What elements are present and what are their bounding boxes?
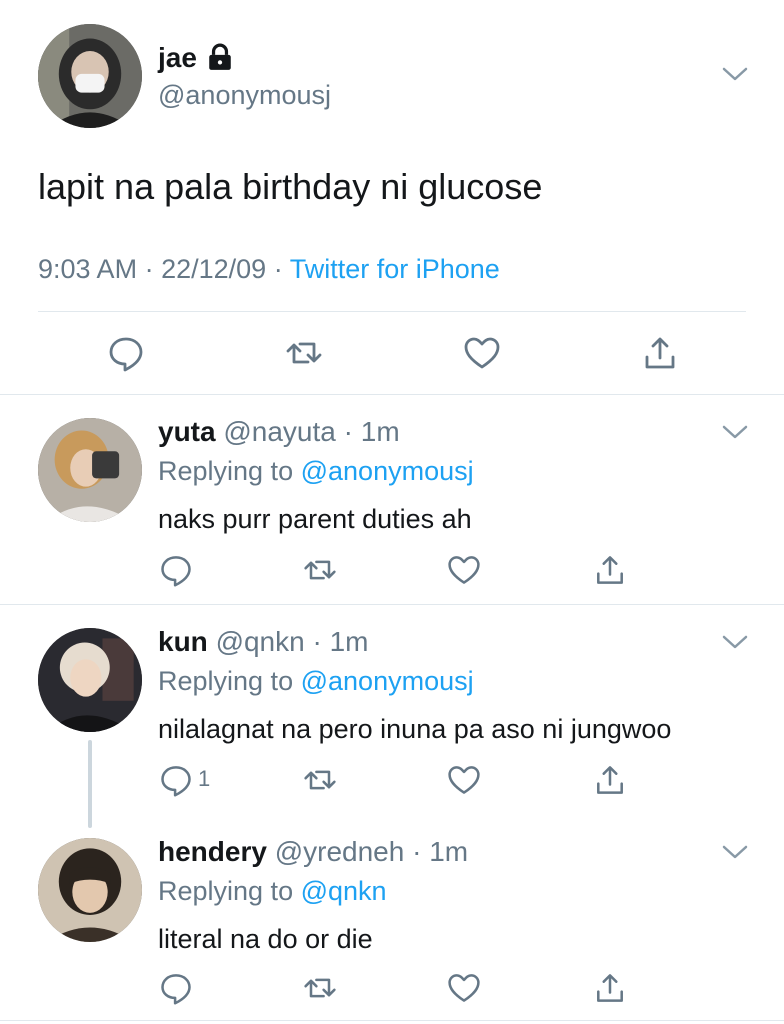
tweet-source-link[interactable]: Twitter for iPhone [290, 254, 500, 284]
tweet-time: 9:03 AM [38, 254, 138, 284]
author-name[interactable]: jae [158, 42, 197, 73]
reply-avatar-kun[interactable] [38, 628, 142, 732]
share-icon[interactable] [640, 333, 680, 373]
retweet-icon[interactable] [302, 762, 338, 798]
reply-author-name[interactable]: kun [158, 626, 208, 657]
heart-icon[interactable] [462, 333, 502, 373]
author-avatar[interactable] [38, 24, 142, 128]
chevron-down-icon[interactable] [722, 424, 748, 440]
reply-author-name[interactable]: hendery [158, 836, 267, 867]
retweet-icon[interactable] [302, 552, 338, 588]
reply-avatar-hendery[interactable] [38, 838, 142, 942]
replying-to-link[interactable]: @anonymousj [301, 666, 474, 696]
reply-divider [0, 604, 784, 605]
share-icon[interactable] [592, 970, 628, 1006]
reply-time: 1m [429, 836, 469, 867]
replying-to-link[interactable]: @qnkn [301, 876, 387, 906]
chevron-down-icon[interactable] [722, 634, 748, 650]
reply-icon[interactable] [158, 552, 194, 588]
replying-label: Replying to [158, 876, 294, 906]
chevron-down-icon[interactable] [722, 844, 748, 860]
replying-label: Replying to [158, 456, 294, 486]
reply-time: 1m [329, 626, 369, 657]
reply-icon[interactable] [106, 333, 146, 373]
reply-text: nilalagnat na pero inuna pa aso ni jungw… [158, 714, 672, 744]
heart-icon[interactable] [446, 552, 482, 588]
tweet-text: lapit na pala birthday ni glucose [38, 166, 543, 207]
replying-to-link[interactable]: @anonymousj [301, 456, 474, 486]
tweet-date: 22/12/09 [161, 254, 267, 284]
reply-icon[interactable] [158, 970, 194, 1006]
reply-count: 1 [198, 766, 211, 791]
reply-author-handle[interactable]: @nayuta [223, 416, 336, 447]
meta-divider [38, 311, 746, 312]
reply-author-handle[interactable]: @qnkn [216, 626, 305, 657]
tweet-meta: 9:03 AM · 22/12/09 · Twitter for iPhone [38, 254, 500, 285]
bottom-divider [0, 1020, 784, 1021]
reply-separator: · [412, 836, 422, 867]
reply-text: naks purr parent duties ah [158, 504, 472, 534]
reply-time: 1m [360, 416, 400, 447]
reply-separator: · [343, 416, 353, 447]
reply-avatar-yuta[interactable] [38, 418, 142, 522]
chevron-down-icon[interactable] [722, 66, 748, 82]
reply-author-name[interactable]: yuta [158, 416, 216, 447]
reply-text: literal na do or die [158, 924, 373, 954]
section-divider [0, 394, 784, 395]
retweet-icon[interactable] [284, 333, 324, 373]
reply-icon[interactable] [158, 762, 194, 798]
heart-icon[interactable] [446, 970, 482, 1006]
heart-icon[interactable] [446, 762, 482, 798]
reply-separator: · [312, 626, 322, 657]
thread-line [88, 740, 92, 828]
reply-author-handle[interactable]: @yredneh [275, 836, 405, 867]
author-handle[interactable]: @anonymousj [158, 80, 331, 111]
replying-label: Replying to [158, 666, 294, 696]
meta-separator: · [273, 254, 283, 284]
meta-separator: · [144, 254, 154, 284]
lock-icon [207, 43, 233, 71]
share-icon[interactable] [592, 762, 628, 798]
share-icon[interactable] [592, 552, 628, 588]
retweet-icon[interactable] [302, 970, 338, 1006]
